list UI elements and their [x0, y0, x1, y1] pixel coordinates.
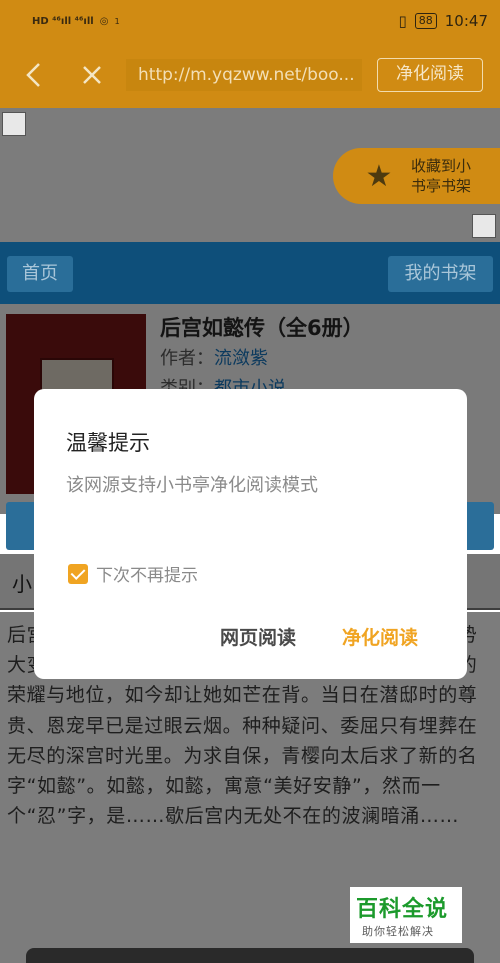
- vibrate-icon: ▯: [398, 12, 407, 30]
- dialog-title: 温馨提示: [66, 431, 150, 455]
- notification-count: 1: [114, 16, 120, 26]
- watermark-title: 百科全说: [356, 897, 449, 922]
- dont-show-again-label: 下次不再提示: [96, 566, 198, 586]
- book-title[interactable]: 后宫如懿传（全6册）: [160, 312, 364, 342]
- add-to-bookshelf-button[interactable]: ★ 收藏到小书亭书架: [333, 148, 500, 204]
- nav-home[interactable]: 首页: [7, 256, 73, 292]
- section-heading-text: 小: [12, 572, 32, 596]
- signal-indicators: HD ⁴⁶ıll ⁴⁶ıll: [32, 15, 94, 27]
- close-icon[interactable]: [74, 57, 110, 93]
- site-nav: 首页 我的书架: [0, 242, 500, 304]
- web-read-button[interactable]: 网页阅读: [220, 623, 296, 650]
- back-arrow-icon[interactable]: [16, 57, 52, 93]
- author-label: 作者：: [160, 348, 214, 369]
- author-link[interactable]: 流潋紫: [214, 348, 268, 369]
- hotspot-icon: ◎: [99, 15, 109, 27]
- status-bar: HD ⁴⁶ıll ⁴⁶ıll ◎ 1 ▯ 88 10:47: [0, 0, 500, 42]
- book-author: 作者：流潋紫: [160, 344, 268, 370]
- bottom-bar: [26, 948, 474, 963]
- battery-level: 88: [414, 13, 437, 29]
- dialog-message: 该网源支持小书亭净化阅读模式: [66, 475, 318, 496]
- broken-image-icon: [2, 112, 26, 136]
- tip-dialog: 温馨提示 该网源支持小书亭净化阅读模式 下次不再提示 网页阅读 净化阅读: [34, 389, 467, 679]
- status-icons: HD ⁴⁶ıll ⁴⁶ıll ◎ 1: [32, 16, 120, 27]
- nav-bookshelf[interactable]: 我的书架: [388, 256, 493, 292]
- clock: 10:47: [444, 12, 488, 30]
- clean-read-toolbar-button[interactable]: 净化阅读: [377, 58, 483, 92]
- url-bar[interactable]: http://m.yqzww.net/boo...: [126, 59, 362, 91]
- status-right: ▯ 88 10:47: [399, 12, 489, 30]
- clean-read-button[interactable]: 净化阅读: [342, 623, 418, 650]
- star-icon: ★: [365, 158, 393, 194]
- dont-show-again-row[interactable]: 下次不再提示: [68, 561, 198, 586]
- browser-toolbar: http://m.yqzww.net/boo... 净化阅读: [0, 42, 500, 108]
- watermark-logo: 百科全说 助你轻松解决: [350, 887, 462, 943]
- watermark-subtitle: 助你轻松解决: [362, 925, 434, 938]
- add-to-bookshelf-label: 收藏到小书亭书架: [411, 157, 472, 195]
- dont-show-again-checkbox[interactable]: [68, 563, 88, 584]
- broken-image-icon: [472, 214, 496, 238]
